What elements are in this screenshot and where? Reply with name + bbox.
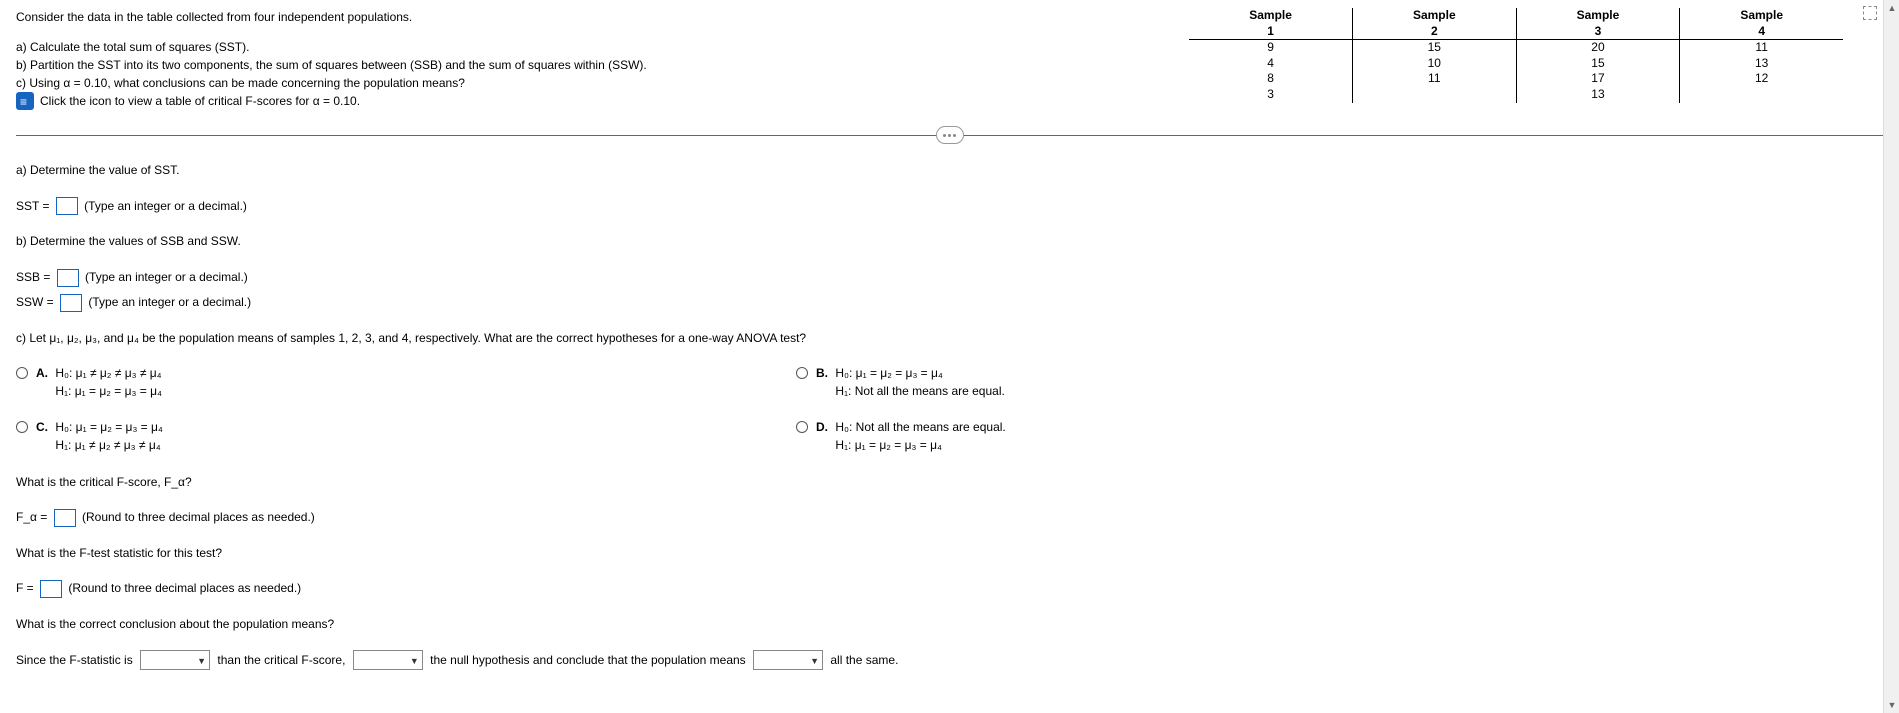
- radio-icon: [16, 367, 28, 379]
- ssw-input[interactable]: [60, 294, 82, 312]
- option-b[interactable]: B. H₀: μ₁ = μ₂ = μ₃ = μ₄ B. H₁: Not all …: [796, 364, 1536, 400]
- expand-handle[interactable]: [936, 126, 964, 144]
- radio-icon: [796, 421, 808, 433]
- option-d-line2: H₁: μ₁ = μ₂ = μ₃ = μ₄: [835, 438, 942, 452]
- f-table-link[interactable]: Click the icon to view a table of critic…: [16, 92, 360, 110]
- cell: 10: [1352, 56, 1516, 72]
- conclusion-text-1: Since the F-statistic is: [16, 653, 133, 667]
- cell: 15: [1352, 40, 1516, 56]
- option-letter: B.: [816, 366, 828, 380]
- cell: 9: [1189, 40, 1352, 56]
- scroll-up-icon[interactable]: ▲: [1884, 0, 1899, 16]
- falpha-label: F_α =: [16, 510, 47, 524]
- vertical-scrollbar[interactable]: ▲ ▼: [1883, 0, 1899, 713]
- fstat-input[interactable]: [40, 580, 62, 598]
- option-letter: C.: [36, 420, 48, 434]
- option-d[interactable]: D. H₀: Not all the means are equal. D. H…: [796, 418, 1536, 454]
- popout-icon[interactable]: [1863, 6, 1877, 20]
- part-b: b) Partition the SST into its two compon…: [16, 56, 916, 74]
- cell: 11: [1352, 71, 1516, 87]
- conclusion-text-4: all the same.: [830, 653, 898, 667]
- sst-input[interactable]: [56, 197, 78, 215]
- fstat-hint: (Round to three decimal places as needed…: [68, 581, 301, 595]
- option-b-line2: H₁: Not all the means are equal.: [835, 384, 1004, 398]
- part-c: c) Using α = 0.10, what conclusions can …: [16, 74, 916, 92]
- th-sample2a: Sample: [1352, 8, 1516, 24]
- sample-data-table: Sample Sample Sample Sample 1 2 3 4 9: [1189, 8, 1843, 103]
- cell: 12: [1680, 71, 1843, 87]
- conclusion-select-3[interactable]: [753, 650, 823, 670]
- th-sample3a: Sample: [1516, 8, 1680, 24]
- qa-b-title: b) Determine the values of SSB and SSW.: [16, 231, 1883, 253]
- conclusion-select-2[interactable]: [353, 650, 423, 670]
- option-c[interactable]: C. H₀: μ₁ = μ₂ = μ₃ = μ₄ C. H₁: μ₁ ≠ μ₂ …: [16, 418, 756, 454]
- cell: [1680, 87, 1843, 103]
- cell: 15: [1516, 56, 1680, 72]
- option-a-line2: H₁: μ₁ = μ₂ = μ₃ = μ₄: [55, 384, 162, 398]
- option-letter: D.: [816, 420, 828, 434]
- ssw-hint: (Type an integer or a decimal.): [88, 295, 251, 309]
- cell: 13: [1516, 87, 1680, 103]
- conclusion-text-3: the null hypothesis and conclude that th…: [430, 653, 746, 667]
- sst-hint: (Type an integer or a decimal.): [84, 199, 247, 213]
- option-d-line1: H₀: Not all the means are equal.: [835, 420, 1005, 434]
- sst-label: SST =: [16, 199, 49, 213]
- cell: 17: [1516, 71, 1680, 87]
- q-fstat: What is the F-test statistic for this te…: [16, 543, 1883, 565]
- option-c-line2: H₁: μ₁ ≠ μ₂ ≠ μ₃ ≠ μ₄: [55, 438, 160, 452]
- conclusion-text-2: than the critical F-score,: [217, 653, 345, 667]
- radio-icon: [16, 421, 28, 433]
- part-a: a) Calculate the total sum of squares (S…: [16, 38, 916, 56]
- q-falpha: What is the critical F-score, F_α?: [16, 472, 1883, 494]
- cell: 8: [1189, 71, 1352, 87]
- section-divider: [16, 135, 1883, 136]
- ssb-label: SSB =: [16, 270, 50, 284]
- cell: 13: [1680, 56, 1843, 72]
- f-table-link-text: Click the icon to view a table of critic…: [40, 92, 360, 110]
- th-sample1b: 1: [1189, 24, 1352, 40]
- prompt-intro: Consider the data in the table collected…: [16, 8, 916, 26]
- qa-c-title: c) Let μ₁, μ₂, μ₃, and μ₄ be the populat…: [16, 328, 1883, 350]
- cell: 3: [1189, 87, 1352, 103]
- th-sample2b: 2: [1352, 24, 1516, 40]
- option-a[interactable]: A. H₀: μ₁ ≠ μ₂ ≠ μ₃ ≠ μ₄ A. H₁: μ₁ = μ₂ …: [16, 364, 756, 400]
- qa-a-title: a) Determine the value of SST.: [16, 160, 1883, 182]
- q-conclusion: What is the correct conclusion about the…: [16, 614, 1883, 636]
- falpha-input[interactable]: [54, 509, 76, 527]
- option-c-line1: H₀: μ₁ = μ₂ = μ₃ = μ₄: [55, 420, 163, 434]
- th-sample1a: Sample: [1189, 8, 1352, 24]
- th-sample4b: 4: [1680, 24, 1843, 40]
- cell: 4: [1189, 56, 1352, 72]
- cell: [1352, 87, 1516, 103]
- th-sample3b: 3: [1516, 24, 1680, 40]
- f-label: F =: [16, 581, 34, 595]
- falpha-hint: (Round to three decimal places as needed…: [82, 510, 315, 524]
- option-a-line1: H₀: μ₁ ≠ μ₂ ≠ μ₃ ≠ μ₄: [55, 366, 161, 380]
- ssb-hint: (Type an integer or a decimal.): [85, 270, 248, 284]
- document-icon: [16, 92, 34, 110]
- cell: 20: [1516, 40, 1680, 56]
- conclusion-select-1[interactable]: [140, 650, 210, 670]
- th-sample4a: Sample: [1680, 8, 1843, 24]
- option-letter: A.: [36, 366, 48, 380]
- ssw-label: SSW =: [16, 295, 54, 309]
- scroll-down-icon[interactable]: ▼: [1884, 697, 1899, 713]
- radio-icon: [796, 367, 808, 379]
- option-b-line1: H₀: μ₁ = μ₂ = μ₃ = μ₄: [835, 366, 943, 380]
- cell: 11: [1680, 40, 1843, 56]
- ssb-input[interactable]: [57, 269, 79, 287]
